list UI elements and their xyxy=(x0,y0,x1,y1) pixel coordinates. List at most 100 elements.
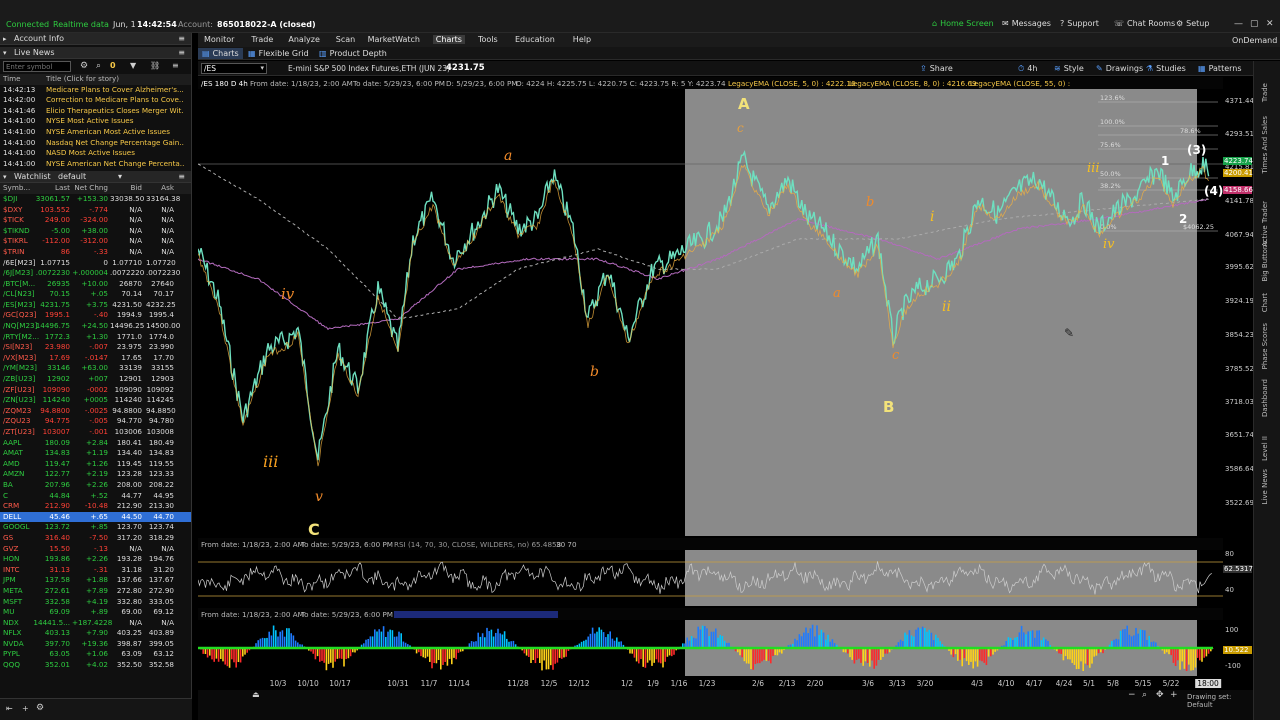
symbol-input[interactable] xyxy=(3,61,71,72)
toolbar-patterns-button[interactable]: ▦ Patterns xyxy=(1198,64,1242,73)
news-item[interactable]: 14:41:00 NYSE American Net Change Percent… xyxy=(0,159,191,170)
gear-icon[interactable]: ⚙ xyxy=(36,703,44,713)
news-item[interactable]: 14:42:00 Correction to Medicare Plans to … xyxy=(0,95,191,106)
watchlist-row[interactable]: AMZN 122.77 +2.19 123.28 123.33 xyxy=(0,469,191,480)
top-link-messages[interactable]: ✉ Messages xyxy=(1002,19,1051,28)
menu-icon[interactable]: ≡ xyxy=(172,61,179,70)
oscillator-panel[interactable] xyxy=(198,620,1223,676)
watchlist-row[interactable]: C 44.84 +.52 44.77 44.95 xyxy=(0,491,191,502)
chart-symbol-input[interactable]: /ES ▾ xyxy=(201,63,267,74)
live-news-header[interactable]: ▾ Live News ≡ xyxy=(0,47,191,59)
subtab-charts[interactable]: ▤ Charts xyxy=(198,48,243,59)
toolbar-share-button[interactable]: ⇪ Share xyxy=(920,64,953,73)
menu-marketwatch[interactable]: MarketWatch xyxy=(365,35,423,44)
menu-charts[interactable]: Charts xyxy=(432,35,465,44)
side-tab-trade[interactable]: Trade xyxy=(1261,83,1269,102)
menu-analyze[interactable]: Analyze xyxy=(285,35,323,44)
close-icon[interactable]: ✕ xyxy=(1266,19,1274,29)
link-icon[interactable]: ⛓ xyxy=(150,61,160,70)
watchlist-header[interactable]: ▾ Watchlist default ▾ ≡ xyxy=(0,171,191,184)
filter-icon[interactable]: ▼ xyxy=(130,61,136,70)
side-tab-level-ii[interactable]: Level II xyxy=(1261,436,1269,461)
watchlist-row[interactable]: $TRIN 86 -.33 N/A N/A xyxy=(0,247,191,258)
menu-scan[interactable]: Scan xyxy=(333,35,358,44)
news-item[interactable]: 14:41:00 Nasdaq Net Change Percentage Gai… xyxy=(0,138,191,149)
news-item[interactable]: 14:41:00 NYSE American Most Active Issues xyxy=(0,127,191,138)
expand-icon[interactable]: ▾ xyxy=(3,171,7,183)
menu-help[interactable]: Help xyxy=(570,35,594,44)
watchlist-row[interactable]: HON 193.86 +2.26 193.28 194.76 xyxy=(0,554,191,565)
account-number[interactable]: 865018022-A (closed) xyxy=(217,20,316,29)
top-link-setup[interactable]: ⚙ Setup xyxy=(1176,19,1209,28)
watchlist-row[interactable]: /ZN[U23] 114240 +0005 114240 114245 xyxy=(0,395,191,406)
top-link-home-screen[interactable]: ⌂ Home Screen xyxy=(932,19,994,28)
news-item[interactable]: 14:41:46 Elicio Therapeutics Closes Merge… xyxy=(0,106,191,117)
top-link-support[interactable]: ? Support xyxy=(1060,19,1099,28)
watchlist-row[interactable]: DELL 45.46 +.65 44.50 44.70 xyxy=(0,511,191,523)
watchlist-row[interactable]: /YM[M23] 33146 +63.00 33139 33155 xyxy=(0,363,191,374)
price-axis[interactable]: 4371.44 4293.51 4215.81 4141.78 4067.94 3995.… xyxy=(1223,89,1254,679)
maximize-icon[interactable]: ▢ xyxy=(1250,19,1259,29)
drawing-set-label[interactable]: Drawing set: Default xyxy=(1187,693,1253,709)
watchlist-row[interactable]: $DJI 33061.57 +153.30 33038.50 33164.38 xyxy=(0,194,191,205)
watchlist-row[interactable]: MU 69.09 +.89 69.00 69.12 xyxy=(0,607,191,618)
watchlist-row[interactable]: /ZT[U23] 103007 -.001 103006 103008 xyxy=(0,427,191,438)
watchlist-row[interactable]: GS 316.40 -7.50 317.20 318.29 xyxy=(0,533,191,544)
zoom-in-icon[interactable]: ⌕ xyxy=(1142,690,1147,700)
side-tab-live-news[interactable]: Live News xyxy=(1261,469,1269,504)
watchlist-row[interactable]: $DXY 103.552 -.774 N/A N/A xyxy=(0,205,191,216)
watchlist-row[interactable]: CRM 212.90 -10.48 212.90 213.30 xyxy=(0,501,191,512)
watchlist-row[interactable]: /SI[N23] 23.980 -.007 23.975 23.990 xyxy=(0,342,191,353)
watchlist-row[interactable]: /BTC[M... 26935 +10.00 26870 27640 xyxy=(0,279,191,290)
search-icon[interactable]: ⌕ xyxy=(96,61,101,71)
menu-icon[interactable]: ≡ xyxy=(178,33,185,45)
toolbar-drawings-button[interactable]: ✎ Drawings xyxy=(1096,64,1143,73)
watchlist-row[interactable]: JPM 137.58 +1.88 137.66 137.67 xyxy=(0,575,191,586)
watchlist-row[interactable]: $TIKRL -112.00 -312.00 N/A N/A xyxy=(0,236,191,247)
watchlist-row[interactable]: /RTY[M2... 1772.3 +1.30 1771.0 1774.0 xyxy=(0,332,191,343)
menu-monitor[interactable]: Monitor xyxy=(201,35,237,44)
time-axis[interactable]: 10/3 10/10 10/17 10/31 11/7 11/14 11/28 12/5 12/… xyxy=(198,676,1223,690)
watchlist-row[interactable]: /6E[M23] 1.07715 0 1.07710 1.07720 xyxy=(0,258,191,269)
news-item[interactable]: 14:41:00 NASD Most Active Issues xyxy=(0,148,191,159)
minimize-icon[interactable]: — xyxy=(1234,19,1243,29)
subtab-flexible-grid[interactable]: ▦ Flexible Grid xyxy=(244,48,313,59)
watchlist-row[interactable]: /ZQM23 94.8800 -.0025 94.8800 94.8850 xyxy=(0,406,191,417)
watchlist-row[interactable]: GVZ 15.50 -.13 N/A N/A xyxy=(0,544,191,555)
menu-education[interactable]: Education xyxy=(512,35,558,44)
watchlist-row[interactable]: /ZF[U23] 109090 -0002 109090 109092 xyxy=(0,385,191,396)
menu-tools[interactable]: Tools xyxy=(475,35,501,44)
add-icon[interactable]: + xyxy=(22,704,29,713)
scroll-handle-icon[interactable]: ⏏ xyxy=(252,690,260,699)
account-info-header[interactable]: ▸ Account Info ≡ xyxy=(0,33,191,45)
watchlist-row[interactable]: $TICK 249.00 -324.00 N/A N/A xyxy=(0,215,191,226)
watchlist-row[interactable]: /ES[M23] 4231.75 +3.75 4231.50 4232.25 xyxy=(0,300,191,311)
side-tab-big-buttons[interactable]: Big Buttons xyxy=(1261,241,1269,282)
watchlist-row[interactable]: BA 207.96 +2.26 208.00 208.22 xyxy=(0,480,191,491)
price-chart[interactable]: 123.6%100.0%78.6%75.6%50.0%38.2%0.0% $406… xyxy=(198,89,1223,536)
watchlist-row[interactable]: AMAT 134.83 +1.19 134.40 134.83 xyxy=(0,448,191,459)
dropdown-icon[interactable]: ▾ xyxy=(260,64,264,72)
ondemand-button[interactable]: OnDemand xyxy=(1232,36,1277,45)
watchlist-row[interactable]: NVDA 397.70 +19.36 398.87 399.05 xyxy=(0,639,191,650)
watchlist-row[interactable]: /6J[M23] .0072230 +.000004.0072220.0072230 xyxy=(0,268,191,279)
watchlist-row[interactable]: /ZB[U23] 12902 +007 12901 12903 xyxy=(0,374,191,385)
watchlist-row[interactable]: QQQ 352.01 +4.02 352.50 352.58 xyxy=(0,660,191,671)
watchlist-row[interactable]: /GC[Q23] 1995.1 -.40 1994.9 1995.4 xyxy=(0,310,191,321)
toolbar-style-button[interactable]: ≋ Style xyxy=(1054,64,1084,73)
watchlist-row[interactable]: GOOGL 123.72 +.85 123.70 123.74 xyxy=(0,522,191,533)
watchlist-row[interactable]: NFLX 403.13 +7.90 403.25 403.89 xyxy=(0,628,191,639)
menu-icon[interactable]: ≡ xyxy=(178,171,185,183)
subtab-product-depth[interactable]: ▥ Product Depth xyxy=(315,48,391,59)
expand-icon[interactable]: ▾ xyxy=(3,47,7,59)
rsi-panel[interactable] xyxy=(198,550,1223,606)
menu-trade[interactable]: Trade xyxy=(248,35,276,44)
menu-icon[interactable]: ≡ xyxy=(178,47,185,59)
side-tab-chart[interactable]: Chart xyxy=(1261,293,1269,312)
watchlist-row[interactable]: /VX[M23] 17.69 -.0147 17.65 17.70 xyxy=(0,353,191,364)
news-item[interactable]: 14:42:13 Medicare Plans to Cover Alzheime… xyxy=(0,85,191,96)
side-tab-phase-scores[interactable]: Phase Scores xyxy=(1261,323,1269,369)
watchlist-row[interactable]: /NQ[M23] 14496.75 +24.50 14496.25 14500.00 xyxy=(0,321,191,332)
side-tab-dashboard[interactable]: Dashboard xyxy=(1261,379,1269,417)
side-tab-times-and-sales[interactable]: Times And Sales xyxy=(1261,116,1269,174)
